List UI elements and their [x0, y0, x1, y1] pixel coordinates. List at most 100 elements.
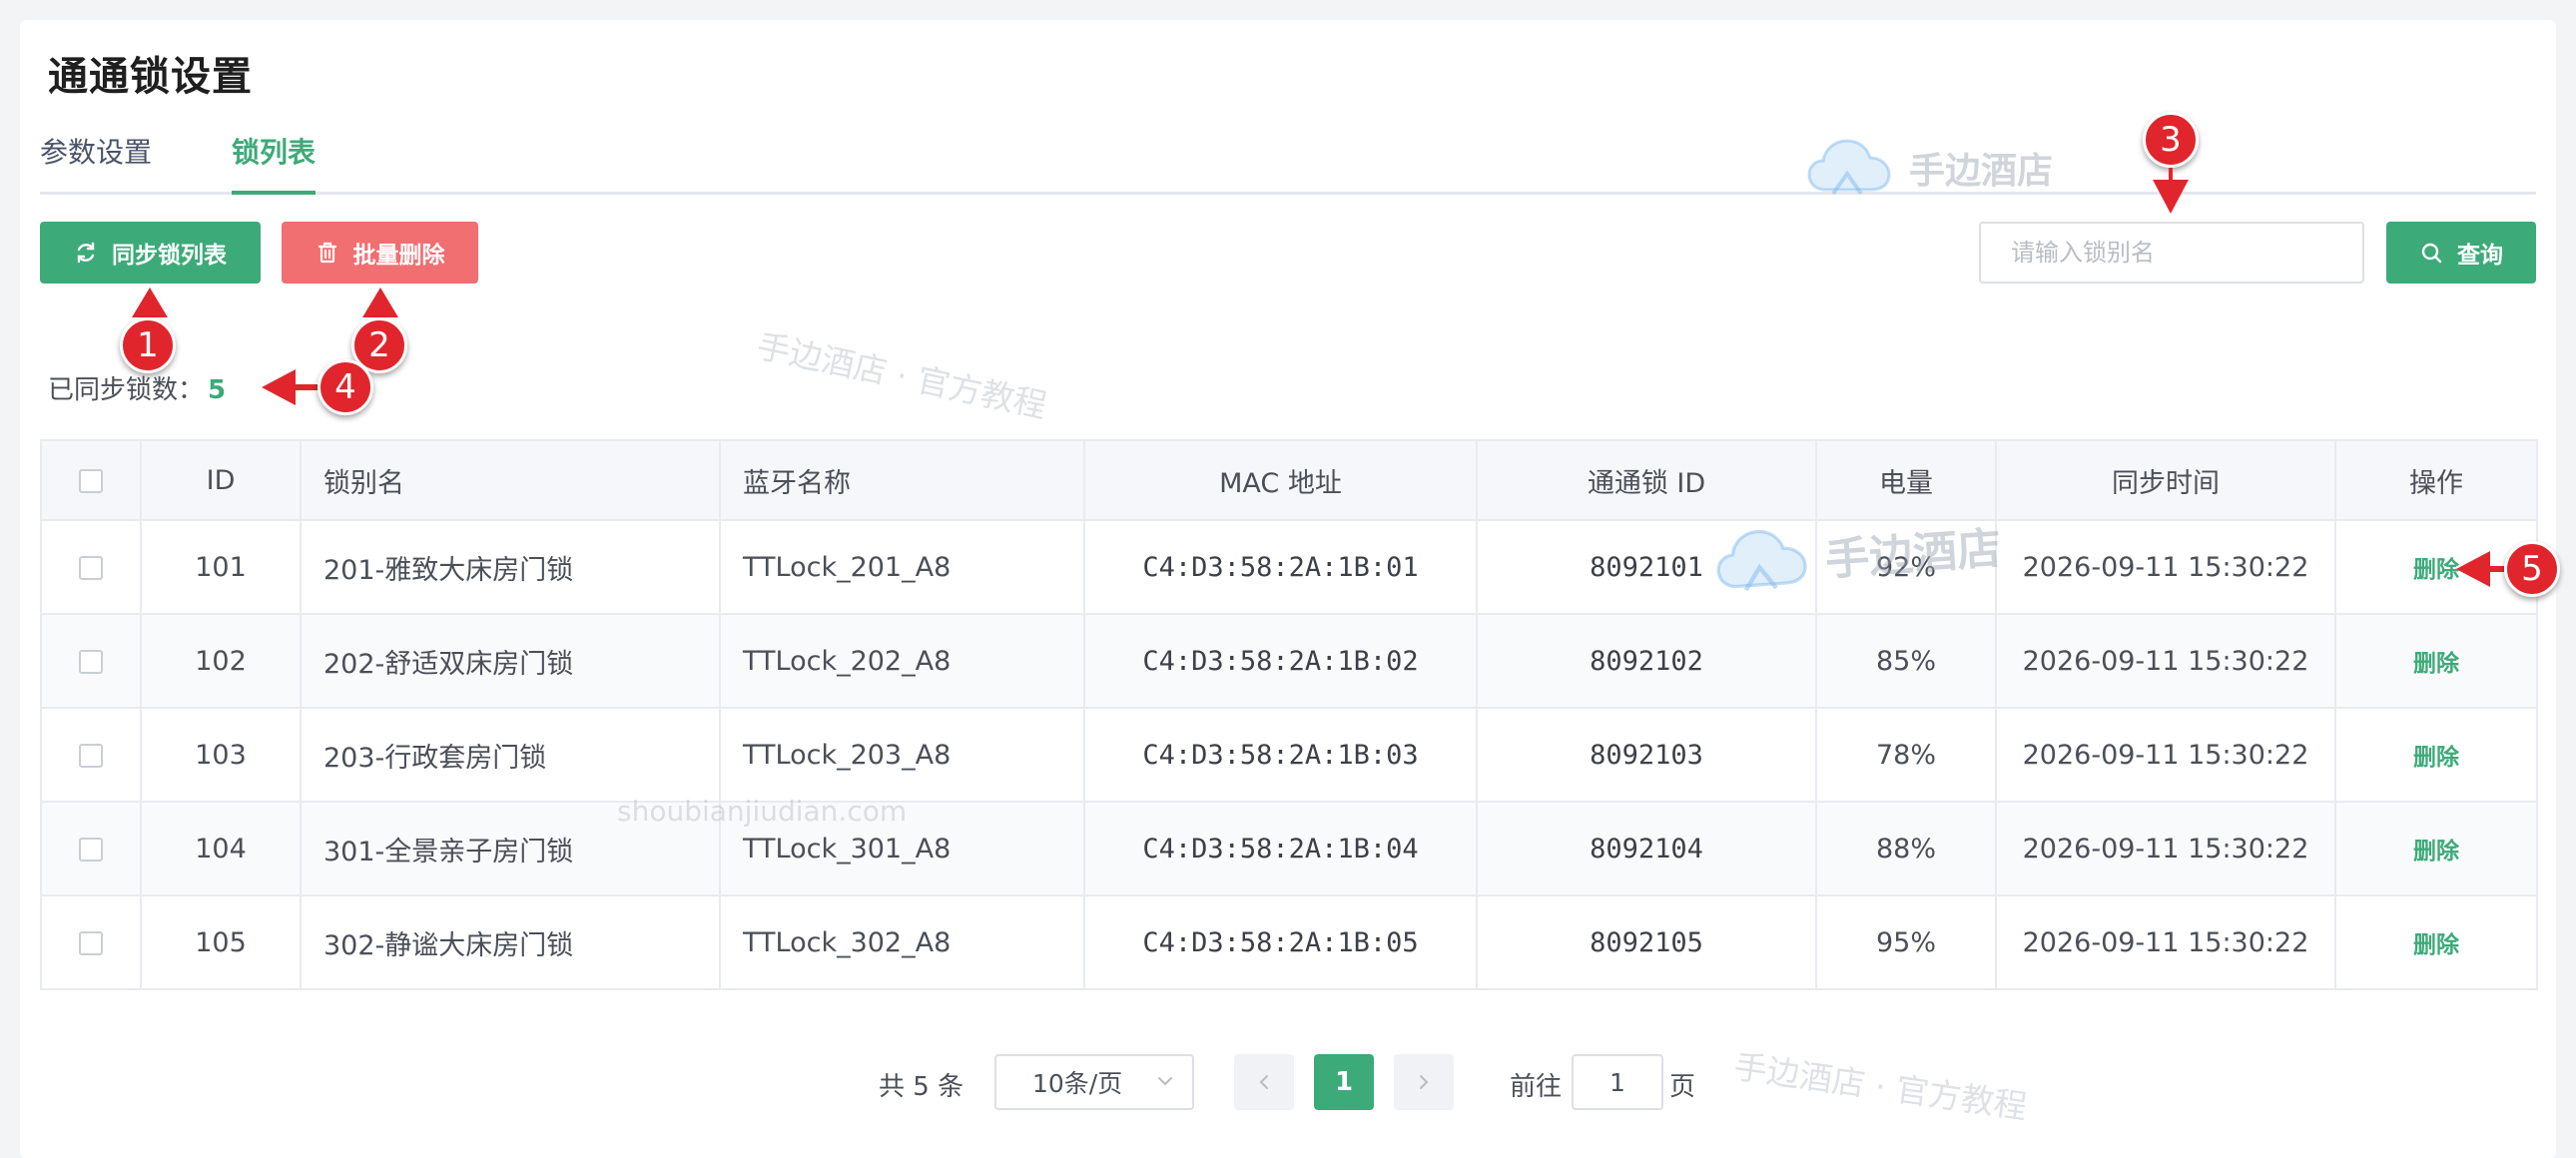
header-bt-name: 蓝牙名称 [719, 439, 1085, 521]
lock-table: ID 锁别名 蓝牙名称 MAC 地址 通通锁 ID 电量 同步时间 操作 101… [40, 439, 2538, 990]
cell-sync-time: 2026-09-11 15:30:22 [1995, 519, 2336, 615]
row-select-cell [40, 894, 142, 990]
search-icon [2421, 243, 2442, 264]
row-checkbox[interactable] [79, 838, 103, 862]
header-battery: 电量 [1815, 439, 1997, 521]
page-size-value: 10条/页 [1032, 1069, 1123, 1098]
select-all-cell [40, 439, 142, 521]
cell-mac: C4:D3:58:2A:1B:01 [1083, 519, 1478, 615]
row-select-cell [40, 707, 142, 803]
header-action: 操作 [2334, 439, 2538, 521]
next-page-button[interactable] [1394, 1054, 1454, 1110]
header-mac: MAC 地址 [1083, 439, 1478, 521]
annotation-arrow-1 [132, 288, 168, 317]
page-unit-label: 页 [1669, 1072, 1696, 1102]
cell-id: 103 [140, 707, 302, 803]
row-checkbox[interactable] [79, 650, 103, 674]
delete-link[interactable]: 删除 [2413, 839, 2459, 865]
chevron-down-icon [1158, 1077, 1172, 1086]
batch-delete-button[interactable]: 批量删除 [282, 222, 478, 284]
cell-bt-name: TTLock_201_A8 [719, 519, 1085, 615]
page-title: 通通锁设置 [48, 54, 253, 100]
cell-battery: 88% [1815, 801, 1997, 896]
cell-mac: C4:D3:58:2A:1B:02 [1083, 613, 1478, 709]
refresh-icon [77, 242, 95, 264]
select-all-checkbox[interactable] [79, 469, 103, 493]
page-size-select[interactable]: 10条/页 [994, 1054, 1194, 1110]
cell-battery: 85% [1815, 613, 1997, 709]
table-row: 102 202-舒适双床房门锁 TTLock_202_A8 C4:D3:58:2… [40, 613, 2538, 709]
tab-lock-list[interactable]: 锁列表 [232, 130, 317, 195]
cell-bt-name: TTLock_302_A8 [719, 894, 1085, 990]
cell-id: 105 [140, 894, 302, 990]
annotation-marker-3: 3 [2143, 112, 2199, 168]
header-id: ID [140, 439, 302, 521]
annotation-arrow-4 [262, 369, 318, 405]
table-row: 101 201-雅致大床房门锁 TTLock_201_A8 C4:D3:58:2… [40, 519, 2538, 615]
cell-sync-time: 2026-09-11 15:30:22 [1995, 894, 2336, 990]
cell-lock-id: 8092101 [1476, 519, 1817, 615]
lock-alias-search-input[interactable] [1979, 222, 2364, 284]
query-button[interactable]: 查询 [2386, 222, 2536, 284]
sync-lock-list-button[interactable]: 同步锁列表 [40, 222, 261, 284]
cell-sync-time: 2026-09-11 15:30:22 [1995, 613, 2336, 709]
annotation-arrow-3 [2153, 168, 2189, 214]
cell-mac: C4:D3:58:2A:1B:03 [1083, 707, 1478, 803]
tab-params-settings[interactable]: 参数设置 [40, 130, 152, 192]
chevron-right-icon [1420, 1075, 1429, 1089]
cell-lock-id: 8092102 [1476, 613, 1817, 709]
pagination-total: 共 5 条 [879, 1072, 965, 1102]
table-row: 103 203-行政套房门锁 TTLock_203_A8 C4:D3:58:2A… [40, 707, 2538, 803]
cell-bt-name: TTLock_301_A8 [719, 801, 1085, 896]
cell-alias: 302-静谧大床房门锁 [300, 894, 721, 990]
annotation-marker-4: 4 [318, 359, 373, 415]
cell-mac: C4:D3:58:2A:1B:04 [1083, 801, 1478, 896]
synced-lock-count: 已同步锁数： 5 [48, 369, 226, 406]
table-row: 105 302-静谧大床房门锁 TTLock_302_A8 C4:D3:58:2… [40, 894, 2538, 990]
delete-link[interactable]: 删除 [2413, 557, 2459, 583]
sync-lock-list-label: 同步锁列表 [112, 243, 227, 269]
batch-delete-label: 批量删除 [352, 243, 445, 269]
annotation-marker-1: 1 [120, 317, 176, 373]
cell-sync-time: 2026-09-11 15:30:22 [1995, 707, 2336, 803]
prev-page-button[interactable] [1234, 1054, 1294, 1110]
row-checkbox[interactable] [79, 931, 103, 955]
cell-battery: 95% [1815, 894, 1997, 990]
cell-bt-name: TTLock_202_A8 [719, 613, 1085, 709]
cell-id: 102 [140, 613, 302, 709]
header-sync-time: 同步时间 [1995, 439, 2336, 521]
row-select-cell [40, 613, 142, 709]
row-checkbox[interactable] [79, 744, 103, 768]
synced-count-label: 已同步锁数： [48, 375, 205, 405]
cell-alias: 301-全景亲子房门锁 [300, 801, 721, 896]
cell-lock-id: 8092104 [1476, 801, 1817, 896]
annotation-marker-5: 5 [2504, 541, 2560, 597]
cell-id: 104 [140, 801, 302, 896]
query-label: 查询 [2457, 243, 2503, 269]
cell-action: 删除 [2334, 707, 2538, 803]
cell-action: 删除 [2334, 613, 2538, 709]
table-row: 104 301-全景亲子房门锁 TTLock_301_A8 C4:D3:58:2… [40, 801, 2538, 896]
row-select-cell [40, 801, 142, 896]
cell-sync-time: 2026-09-11 15:30:22 [1995, 801, 2336, 896]
page-number-1[interactable]: 1 [1314, 1054, 1374, 1110]
cell-action: 删除 [2334, 894, 2538, 990]
cell-alias: 201-雅致大床房门锁 [300, 519, 721, 615]
cell-battery: 78% [1815, 707, 1997, 803]
annotation-arrow-5 [2456, 551, 2504, 587]
annotation-arrow-2 [362, 288, 398, 317]
cell-mac: C4:D3:58:2A:1B:05 [1083, 894, 1478, 990]
cell-lock-id: 8092103 [1476, 707, 1817, 803]
cell-alias: 203-行政套房门锁 [300, 707, 721, 803]
cell-lock-id: 8092105 [1476, 894, 1817, 990]
delete-link[interactable]: 删除 [2413, 745, 2459, 771]
goto-label: 前往 [1510, 1072, 1563, 1102]
row-select-cell [40, 519, 142, 615]
header-lock-id: 通通锁 ID [1476, 439, 1817, 521]
goto-page-input[interactable] [1572, 1054, 1663, 1110]
cell-bt-name: TTLock_203_A8 [719, 707, 1085, 803]
cell-action: 删除 [2334, 801, 2538, 896]
delete-link[interactable]: 删除 [2413, 932, 2459, 958]
delete-link[interactable]: 删除 [2413, 651, 2459, 677]
row-checkbox[interactable] [79, 556, 103, 580]
